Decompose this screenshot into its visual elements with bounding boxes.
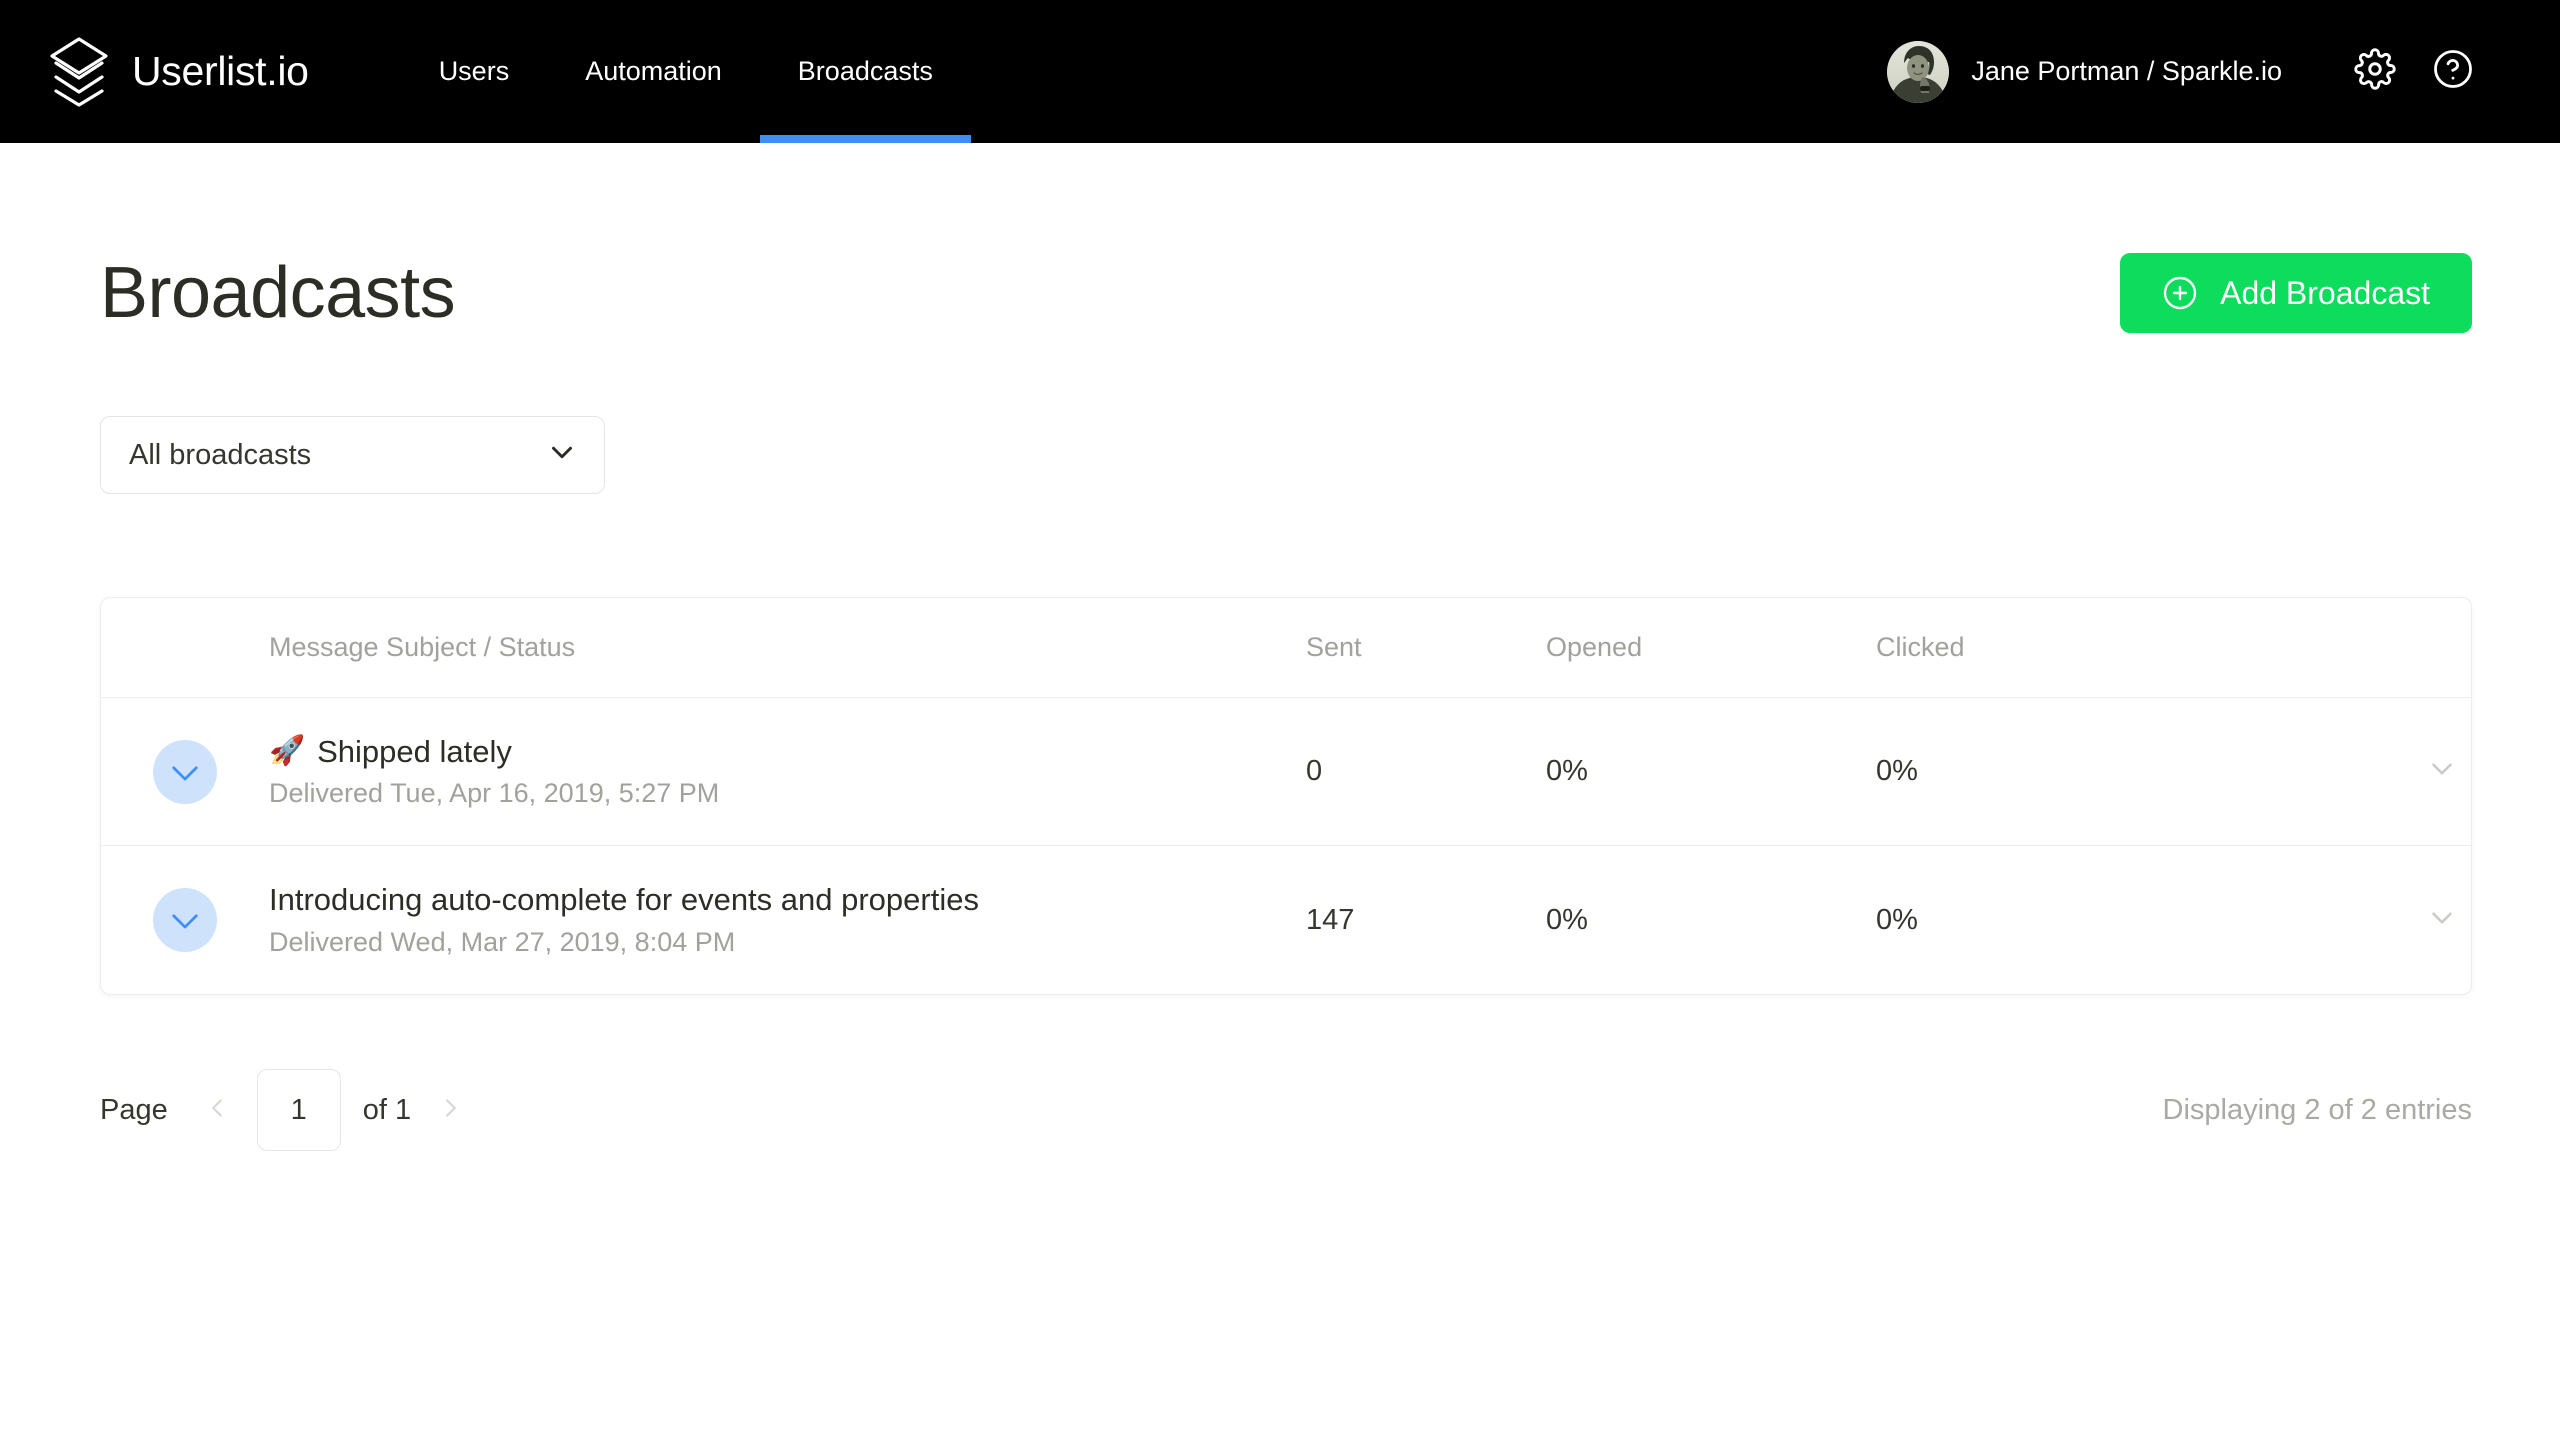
broadcast-filter-select[interactable]: All broadcasts bbox=[100, 416, 605, 494]
nav-link-automation[interactable]: Automation bbox=[547, 0, 760, 143]
row-subject-cell: 🚀 Shipped lately Delivered Tue, Apr 16, … bbox=[269, 734, 1306, 810]
nav-link-broadcasts[interactable]: Broadcasts bbox=[759, 0, 971, 143]
pager-label: Page bbox=[100, 1093, 168, 1126]
nav-link-users[interactable]: Users bbox=[401, 0, 548, 143]
row-subject-line: 🚀 Shipped lately bbox=[269, 734, 1306, 770]
row-subject-line: Introducing auto-complete for events and… bbox=[269, 882, 1306, 918]
pagination-bar: Page of 1 Displaying 2 of 2 entries bbox=[100, 1069, 2472, 1151]
account-name: Jane Portman / Sparkle.io bbox=[1971, 56, 2282, 86]
add-broadcast-label: Add Broadcast bbox=[2220, 275, 2430, 311]
table-header-opened: Opened bbox=[1546, 632, 1643, 662]
plus-circle-icon bbox=[2162, 275, 2198, 311]
pager-total-label: of 1 bbox=[362, 1093, 412, 1126]
settings-button[interactable] bbox=[2336, 33, 2414, 111]
account-menu[interactable]: Jane Portman / Sparkle.io bbox=[1887, 40, 2282, 103]
broadcast-filter-value[interactable]: All broadcasts bbox=[100, 416, 605, 494]
rocket-emoji-icon: 🚀 bbox=[269, 734, 306, 767]
row-opened: 0% bbox=[1546, 755, 1588, 787]
chevron-left-icon bbox=[202, 1093, 232, 1128]
chevron-down-icon bbox=[2425, 752, 2459, 791]
table-header-sent: Sent bbox=[1306, 632, 1362, 662]
row-subject-cell: Introducing auto-complete for events and… bbox=[269, 882, 1306, 958]
check-circle-icon bbox=[153, 739, 217, 804]
navbar-right-cluster: Jane Portman / Sparkle.io bbox=[1887, 33, 2492, 111]
filter-row: All broadcasts bbox=[100, 416, 2472, 494]
page-body: Broadcasts Add Broadcast All broadcasts bbox=[0, 143, 2560, 1151]
table-header-subject: Message Subject / Status bbox=[269, 632, 576, 662]
page-header: Broadcasts Add Broadcast bbox=[100, 143, 2472, 333]
entries-count: Displaying 2 of 2 entries bbox=[2162, 1093, 2473, 1126]
avatar bbox=[1887, 40, 1950, 103]
table-header-row: Message Subject / Status Sent Opened Cli… bbox=[101, 598, 2471, 698]
table-row[interactable]: Introducing auto-complete for events and… bbox=[101, 846, 2471, 994]
row-status-text: Delivered Wed, Mar 27, 2019, 8:04 PM bbox=[269, 926, 736, 957]
pager-next-button[interactable] bbox=[429, 1088, 473, 1132]
row-subject: Shipped lately bbox=[317, 733, 512, 769]
row-expand-button[interactable] bbox=[2351, 901, 2471, 940]
row-status-text: Delivered Tue, Apr 16, 2019, 5:27 PM bbox=[269, 778, 720, 809]
row-sent: 147 bbox=[1306, 903, 1355, 936]
brand-name: Userlist.io bbox=[132, 48, 309, 94]
row-opened: 0% bbox=[1546, 903, 1588, 936]
question-mark-circle-icon bbox=[2432, 48, 2474, 95]
page-title: Broadcasts bbox=[100, 253, 456, 333]
row-status-cell bbox=[101, 739, 269, 804]
chevron-right-icon bbox=[436, 1093, 466, 1128]
page-number-input[interactable] bbox=[256, 1069, 341, 1151]
broadcasts-table: Message Subject / Status Sent Opened Cli… bbox=[100, 597, 2472, 995]
table-header-clicked: Clicked bbox=[1876, 632, 1965, 662]
pager: Page of 1 bbox=[100, 1069, 473, 1151]
row-clicked: 0% bbox=[1876, 755, 1918, 787]
chevron-down-icon bbox=[2425, 901, 2459, 940]
row-subject: Introducing auto-complete for events and… bbox=[269, 882, 979, 918]
row-expand-button[interactable] bbox=[2351, 752, 2471, 791]
primary-nav: Users Automation Broadcasts bbox=[401, 0, 971, 143]
table-row[interactable]: 🚀 Shipped lately Delivered Tue, Apr 16, … bbox=[101, 698, 2471, 846]
gear-icon bbox=[2354, 48, 2396, 95]
row-sent: 0 bbox=[1306, 755, 1323, 787]
add-broadcast-button[interactable]: Add Broadcast bbox=[2120, 253, 2472, 333]
check-circle-icon bbox=[153, 888, 217, 952]
help-button[interactable] bbox=[2414, 33, 2492, 111]
row-status-cell bbox=[101, 888, 269, 952]
top-navigation-bar: Userlist.io Users Automation Broadcasts bbox=[0, 0, 2560, 143]
stacked-layers-logo-icon bbox=[48, 36, 110, 108]
pager-prev-button[interactable] bbox=[195, 1088, 239, 1132]
row-clicked: 0% bbox=[1876, 903, 1918, 936]
brand-home-link[interactable]: Userlist.io bbox=[48, 36, 309, 108]
